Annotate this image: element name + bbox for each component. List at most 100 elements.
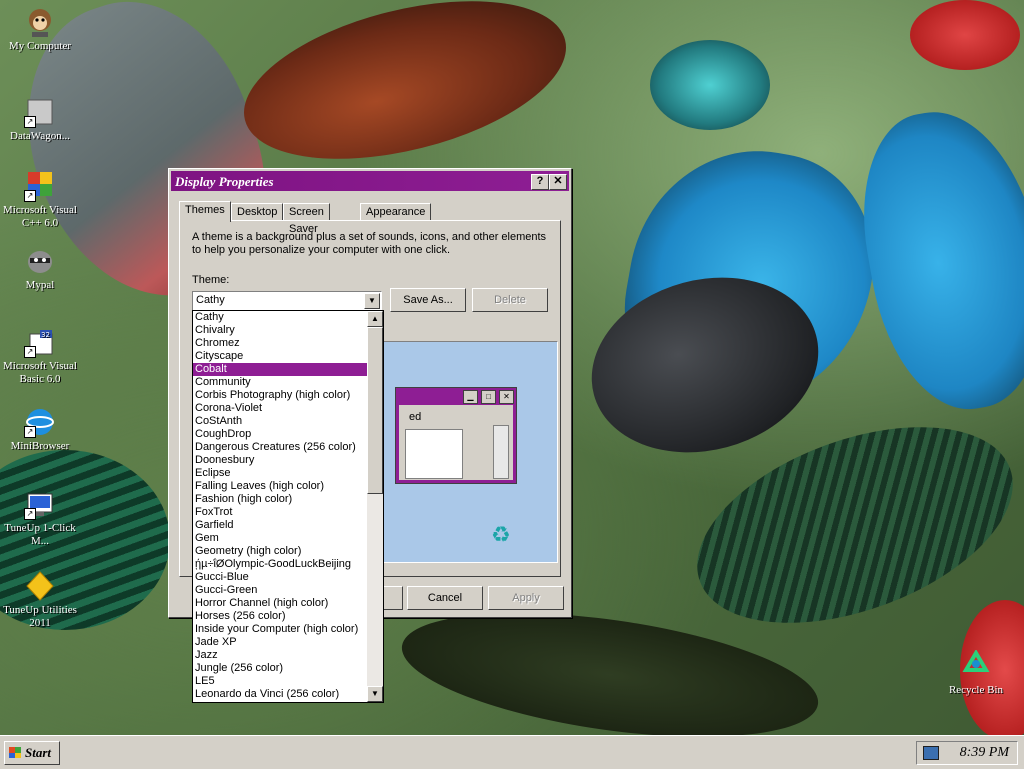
tuneup-utilities-icon: [24, 570, 56, 602]
theme-option[interactable]: LE5: [193, 675, 367, 688]
theme-option[interactable]: Eclipse: [193, 467, 367, 480]
desktop-icon-label: Microsoft Visual Basic 6.0: [3, 360, 77, 385]
vb-icon: 32 ↗: [24, 326, 56, 358]
theme-option[interactable]: Fashion (high color): [193, 493, 367, 506]
close-icon: ✕: [499, 390, 514, 404]
desktop-icon-tuneup-1click[interactable]: ↗ TuneUp 1-Click M...: [0, 488, 80, 548]
desktop-icon-label: DataWagon...: [10, 130, 70, 142]
theme-option[interactable]: Jade XP: [193, 636, 367, 649]
apply-button[interactable]: Apply: [488, 586, 564, 610]
theme-option[interactable]: Cobalt: [193, 363, 367, 376]
recycle-bin-icon: [960, 649, 992, 682]
preview-scrollbar: [493, 425, 509, 479]
desktop-icon-label: TuneUp 1-Click M...: [4, 522, 76, 547]
theme-option[interactable]: Corbis Photography (high color): [193, 389, 367, 402]
theme-dropdown-list[interactable]: Cathy Chivalry Chromez Cityscape Cobalt Commu…: [192, 310, 384, 703]
theme-label: Theme:: [192, 274, 230, 286]
theme-option[interactable]: Chivalry: [193, 324, 367, 337]
theme-option[interactable]: Horses (256 color): [193, 610, 367, 623]
save-as-button[interactable]: Save As...: [390, 288, 466, 312]
monkey-icon: [24, 6, 56, 38]
theme-option[interactable]: Inside your Computer (high color): [193, 623, 367, 636]
theme-option[interactable]: Cathy: [193, 311, 367, 324]
shortcut-arrow-icon: ↗: [24, 116, 36, 128]
start-label: Start: [25, 745, 52, 760]
taskbar: Start 8:39 PM: [0, 735, 1024, 769]
theme-option[interactable]: Corona-Violet: [193, 402, 367, 415]
theme-options: Cathy Chivalry Chromez Cityscape Cobalt Commu…: [193, 311, 367, 701]
close-button[interactable]: ✕: [549, 174, 567, 190]
desktop-icon-label: Microsoft Visual C++ 6.0: [3, 204, 77, 229]
desktop-icon-tuneup-utilities[interactable]: TuneUp Utilities 2011: [0, 570, 80, 630]
tab-themes[interactable]: Themes: [179, 201, 231, 222]
tab-appearance[interactable]: Appearance: [360, 203, 432, 221]
tuneup-icon: ↗: [24, 488, 56, 520]
tab-screen-saver[interactable]: Screen Saver: [283, 203, 330, 235]
preview-listbox: [405, 429, 463, 479]
desktop-icon-my-computer[interactable]: My Computer: [0, 6, 80, 53]
tab-desktop[interactable]: Desktop: [231, 203, 284, 221]
vc-icon: ↗: [24, 170, 56, 202]
desktop-icon-label: MiniBrowser: [10, 440, 70, 452]
svg-text:32: 32: [41, 331, 50, 339]
shortcut-arrow-icon: ↗: [24, 346, 36, 358]
desktop-icon-datawagon[interactable]: ↗ DataWagon...: [0, 96, 80, 143]
preview-window: ▁ □ ✕ ed: [395, 387, 517, 484]
desktop-icon-mypal[interactable]: Mypal: [0, 245, 80, 292]
wallpaper-red-moth: [227, 0, 583, 188]
desktop-icon-label: TuneUp Utilities 2011: [3, 604, 77, 629]
desktop-icon-visual-basic[interactable]: 32 ↗ Microsoft Visual Basic 6.0: [0, 326, 80, 386]
theme-option[interactable]: Jungle (256 color): [193, 662, 367, 675]
wallpaper-ladybug: [910, 0, 1020, 70]
theme-option[interactable]: Falling Leaves (high color): [193, 480, 367, 493]
wallpaper-butterfly-right-wing: [845, 97, 1024, 423]
system-tray: 8:39 PM: [916, 741, 1018, 765]
cancel-button[interactable]: Cancel: [407, 586, 483, 610]
theme-option[interactable]: Leonardo da Vinci (256 color): [193, 688, 367, 701]
theme-preview: ▁ □ ✕ ed ♻: [360, 341, 558, 563]
theme-option[interactable]: FoxTrot: [193, 506, 367, 519]
dialog-titlebar[interactable]: Display Properties ? ✕: [171, 171, 569, 191]
theme-combobox-value: Cathy: [196, 294, 225, 306]
dropdown-scrollbar[interactable]: ▲ ▼: [367, 311, 383, 702]
theme-option[interactable]: Doonesbury: [193, 454, 367, 467]
preview-window-text: ed: [409, 411, 422, 423]
scrollbar-thumb[interactable]: [367, 327, 383, 494]
theme-option[interactable]: Geometry (high color): [193, 545, 367, 558]
wallpaper-spider: [650, 40, 770, 130]
start-button[interactable]: Start: [4, 741, 60, 765]
theme-option[interactable]: Community: [193, 376, 367, 389]
theme-option[interactable]: Cityscape: [193, 350, 367, 363]
theme-option[interactable]: Dangerous Creatures (256 color): [193, 441, 367, 454]
delete-button[interactable]: Delete: [472, 288, 548, 312]
shortcut-arrow-icon: ↗: [24, 508, 36, 520]
desktop-icon-label: My Computer: [8, 40, 72, 52]
preview-window-body: ed: [399, 405, 513, 480]
theme-option[interactable]: Chromez: [193, 337, 367, 350]
chevron-down-icon[interactable]: ▼: [364, 293, 380, 309]
minimize-icon: ▁: [463, 390, 478, 404]
theme-option[interactable]: Gucci-Blue: [193, 571, 367, 584]
theme-option[interactable]: ῄµ÷ΐØOlympic-GoodLuckBeijing: [193, 558, 367, 571]
desktop-icon-recycle-bin[interactable]: Recycle Bin: [936, 649, 1016, 697]
preview-recycle-icon: ♻: [491, 522, 511, 547]
maximize-icon: □: [481, 390, 496, 404]
desktop-icon-visual-cpp[interactable]: ↗ Microsoft Visual C++ 6.0: [0, 170, 80, 230]
theme-option[interactable]: Garfield: [193, 519, 367, 532]
theme-option[interactable]: Gem: [193, 532, 367, 545]
theme-option[interactable]: Jazz: [193, 649, 367, 662]
theme-combobox[interactable]: Cathy ▼: [192, 291, 382, 311]
raccoon-icon: [24, 245, 56, 277]
theme-option[interactable]: CoStAnth: [193, 415, 367, 428]
theme-option[interactable]: CoughDrop: [193, 428, 367, 441]
desktop-icon-minibrowser[interactable]: ↗ MiniBrowser: [0, 406, 80, 453]
scroll-down-icon[interactable]: ▼: [367, 686, 383, 702]
shortcut-arrow-icon: ↗: [24, 426, 36, 438]
theme-option[interactable]: Horror Channel (high color): [193, 597, 367, 610]
help-button[interactable]: ?: [531, 174, 549, 190]
theme-option[interactable]: Gucci-Green: [193, 584, 367, 597]
scroll-up-icon[interactable]: ▲: [367, 311, 383, 327]
clock[interactable]: 8:39 PM: [960, 745, 1009, 761]
shortcut-arrow-icon: ↗: [24, 190, 36, 202]
network-icon[interactable]: [923, 746, 939, 760]
